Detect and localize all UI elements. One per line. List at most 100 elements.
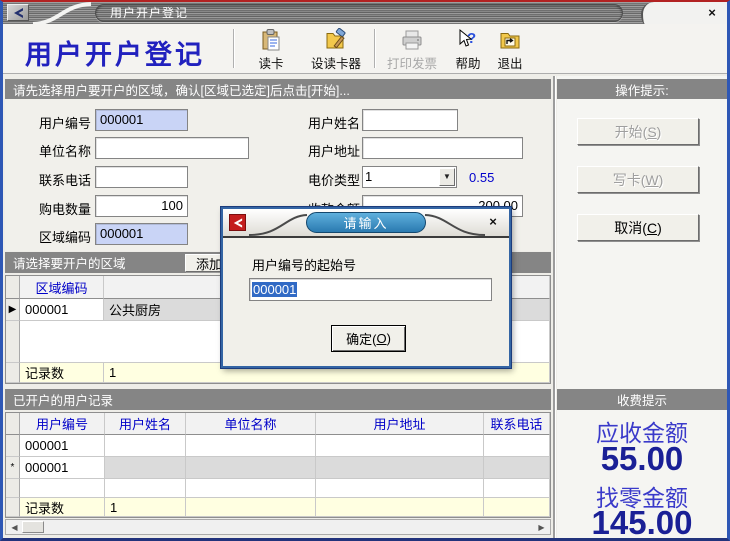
- cancel-button[interactable]: 取消(C): [577, 214, 699, 241]
- users-row1-marker: [6, 435, 20, 457]
- users-row2-no[interactable]: 000001: [20, 457, 105, 479]
- unit-name-label: 单位名称: [23, 141, 91, 160]
- users-footer-cell: [186, 498, 316, 517]
- users-record-count-value: 1: [105, 498, 186, 517]
- app-logo-glyph: [11, 7, 25, 19]
- user-name-label: 用户姓名: [292, 113, 360, 132]
- price-type-select[interactable]: 1 ▼: [362, 166, 457, 188]
- users-table: 用户编号 用户姓名 单位名称 用户地址 联系电话 000001 * 000001…: [5, 412, 551, 518]
- window-titlebar[interactable]: 用户开户登记 ×: [3, 2, 727, 24]
- users-record-count-label: 记录数: [20, 498, 105, 517]
- start-number-input[interactable]: 000001: [249, 278, 492, 301]
- users-row2-phone[interactable]: [484, 457, 550, 479]
- area-col-code: 区域编码: [20, 276, 104, 299]
- print-invoice-button[interactable]: 打印发票: [379, 26, 445, 72]
- set-reader-button[interactable]: 设读卡器: [301, 26, 371, 72]
- phone-field[interactable]: [95, 166, 188, 188]
- users-empty-cell: [20, 479, 105, 498]
- user-no-field[interactable]: 000001: [95, 109, 188, 131]
- write-card-suffix: ): [659, 172, 664, 188]
- users-row2-name[interactable]: [105, 457, 186, 479]
- instruction-header: 请先选择用户要开户的区域，确认[区域已选定]后点击[开始]...: [5, 79, 551, 99]
- write-card-label: 写卡(: [613, 170, 646, 190]
- ok-button[interactable]: 确定(O): [331, 325, 406, 352]
- users-row2-marker: *: [6, 457, 20, 479]
- purchase-qty-field[interactable]: 100: [95, 195, 188, 217]
- area-empty-cell: [20, 321, 104, 363]
- exit-button[interactable]: 退出: [491, 26, 529, 72]
- user-no-label: 用户编号: [23, 113, 91, 132]
- users-empty-cell: [316, 479, 484, 498]
- read-card-button[interactable]: 读卡: [245, 26, 297, 72]
- titlebar-swoosh: [29, 2, 99, 24]
- start-button[interactable]: 开始(S): [577, 118, 699, 145]
- price-type-value: 1: [365, 169, 372, 184]
- user-name-field[interactable]: [362, 109, 458, 131]
- scroll-right-icon[interactable]: ▶: [534, 521, 549, 533]
- area-header-marker-cell: [6, 276, 20, 299]
- users-row1-unit[interactable]: [186, 435, 316, 457]
- help-button[interactable]: ? 帮助: [449, 26, 487, 72]
- unit-name-field[interactable]: [95, 137, 249, 159]
- area-empty-marker: [6, 321, 20, 363]
- purchase-qty-label: 购电数量: [23, 199, 91, 218]
- start-button-label: 开始(: [615, 122, 648, 142]
- ok-button-label: 确定(: [346, 329, 376, 348]
- help-label: 帮助: [455, 53, 480, 72]
- print-invoice-icon: [400, 28, 424, 52]
- users-row1-addr[interactable]: [316, 435, 484, 457]
- app-window: 用户开户登记 × 用户开户登记 读卡 设读卡器: [0, 0, 730, 541]
- users-row1-no[interactable]: 000001: [20, 435, 105, 457]
- window-title: 用户开户登记: [95, 4, 623, 22]
- users-empty-cell: [105, 479, 186, 498]
- close-icon[interactable]: ×: [703, 4, 721, 21]
- exit-icon: [498, 28, 522, 52]
- dialog-title: 请输入: [306, 212, 426, 233]
- users-col-unit: 单位名称: [186, 413, 316, 435]
- users-row1-name[interactable]: [105, 435, 186, 457]
- users-col-no: 用户编号: [20, 413, 105, 435]
- start-button-suffix: ): [657, 124, 662, 140]
- set-reader-icon: [324, 28, 348, 52]
- dialog-prompt: 用户编号的起始号: [252, 255, 356, 274]
- row-marker-icon: ▶: [6, 299, 20, 321]
- pane-splitter[interactable]: [553, 76, 555, 538]
- exit-label: 退出: [497, 53, 522, 72]
- area-code-label: 区域编码: [23, 227, 91, 246]
- help-icon: ?: [456, 28, 480, 52]
- write-card-button[interactable]: 写卡(W): [577, 166, 699, 193]
- users-section-header: 已开户的用户记录: [5, 389, 551, 410]
- dialog-close-icon[interactable]: ×: [485, 214, 501, 230]
- users-col-addr: 用户地址: [316, 413, 484, 435]
- ok-button-suffix: ): [387, 331, 391, 346]
- cancel-button-hotkey: C: [647, 220, 657, 236]
- area-footer-marker: [6, 363, 20, 383]
- cancel-button-suffix: ): [657, 220, 662, 236]
- users-footer-cell: [316, 498, 484, 517]
- area-row-code[interactable]: 000001: [20, 299, 104, 321]
- dialog-titlebar[interactable]: 请输入 ×: [223, 209, 509, 238]
- print-invoice-label: 打印发票: [387, 53, 437, 72]
- input-dialog: 请输入 × 用户编号的起始号 000001 确定(O): [221, 207, 511, 368]
- price-rate-value: 0.55: [469, 170, 494, 185]
- users-empty-marker: [6, 479, 20, 498]
- users-footer-marker: [6, 498, 20, 517]
- toolbar-separator: [233, 29, 234, 68]
- change-value: 145.00: [557, 504, 727, 541]
- toolbar-separator: [374, 29, 375, 68]
- user-addr-field[interactable]: [362, 137, 523, 159]
- scroll-left-icon[interactable]: ◀: [7, 521, 22, 533]
- scrollbar-thumb[interactable]: [22, 521, 44, 533]
- users-row1-phone[interactable]: [484, 435, 550, 457]
- chevron-down-icon[interactable]: ▼: [439, 168, 455, 186]
- users-empty-cell: [484, 479, 550, 498]
- ops-header: 操作提示:: [557, 79, 727, 99]
- users-row2-addr[interactable]: [316, 457, 484, 479]
- users-row2-unit[interactable]: [186, 457, 316, 479]
- toolbar: 用户开户登记 读卡 设读卡器: [3, 24, 727, 74]
- receivable-value: 55.00: [557, 440, 727, 478]
- horizontal-scrollbar[interactable]: ◀ ▶: [5, 519, 551, 535]
- cancel-button-label: 取消(: [614, 218, 647, 238]
- users-header-marker-cell: [6, 413, 20, 435]
- area-code-field[interactable]: 000001: [95, 223, 188, 245]
